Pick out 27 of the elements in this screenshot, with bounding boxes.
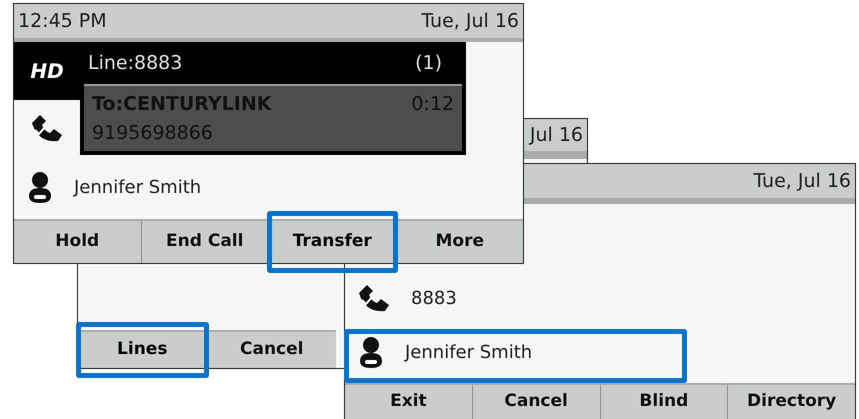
- header-date: Tue, Jul 16: [753, 168, 851, 194]
- header-date: Jul 16: [530, 122, 583, 148]
- softkey[interactable]: End Call: [142, 221, 268, 263]
- entry-label: 8883: [411, 286, 457, 310]
- softkey[interactable]: Lines: [81, 327, 204, 373]
- person-icon: [357, 335, 385, 369]
- softkey[interactable]: Hold: [14, 221, 140, 263]
- call-number: 9195698866: [92, 120, 214, 146]
- line-label: Line:8883: [88, 50, 182, 76]
- softkey[interactable]: Exit: [345, 385, 472, 419]
- handset-icon: [30, 112, 64, 142]
- entry-label: Jennifer Smith: [74, 176, 202, 200]
- softkey[interactable]: More: [396, 221, 523, 263]
- hd-label: HD: [30, 58, 64, 85]
- softkey[interactable]: Cancel: [472, 385, 600, 419]
- softkey[interactable]: Transfer: [272, 216, 392, 268]
- call-count: (1): [415, 50, 443, 76]
- entry-label: Jennifer Smith: [405, 340, 532, 364]
- header-time: 12:45 PM: [18, 8, 107, 34]
- softkey[interactable]: Directory: [728, 385, 855, 419]
- handset-icon: [357, 283, 391, 313]
- call-duration: 0:12: [411, 92, 454, 117]
- softkey[interactable]: Cancel: [208, 332, 336, 368]
- header-date: Tue, Jul 16: [421, 8, 519, 34]
- person-icon: [26, 170, 54, 204]
- call-target: To:CENTURYLINK: [92, 92, 272, 117]
- softkey[interactable]: Blind: [600, 385, 728, 419]
